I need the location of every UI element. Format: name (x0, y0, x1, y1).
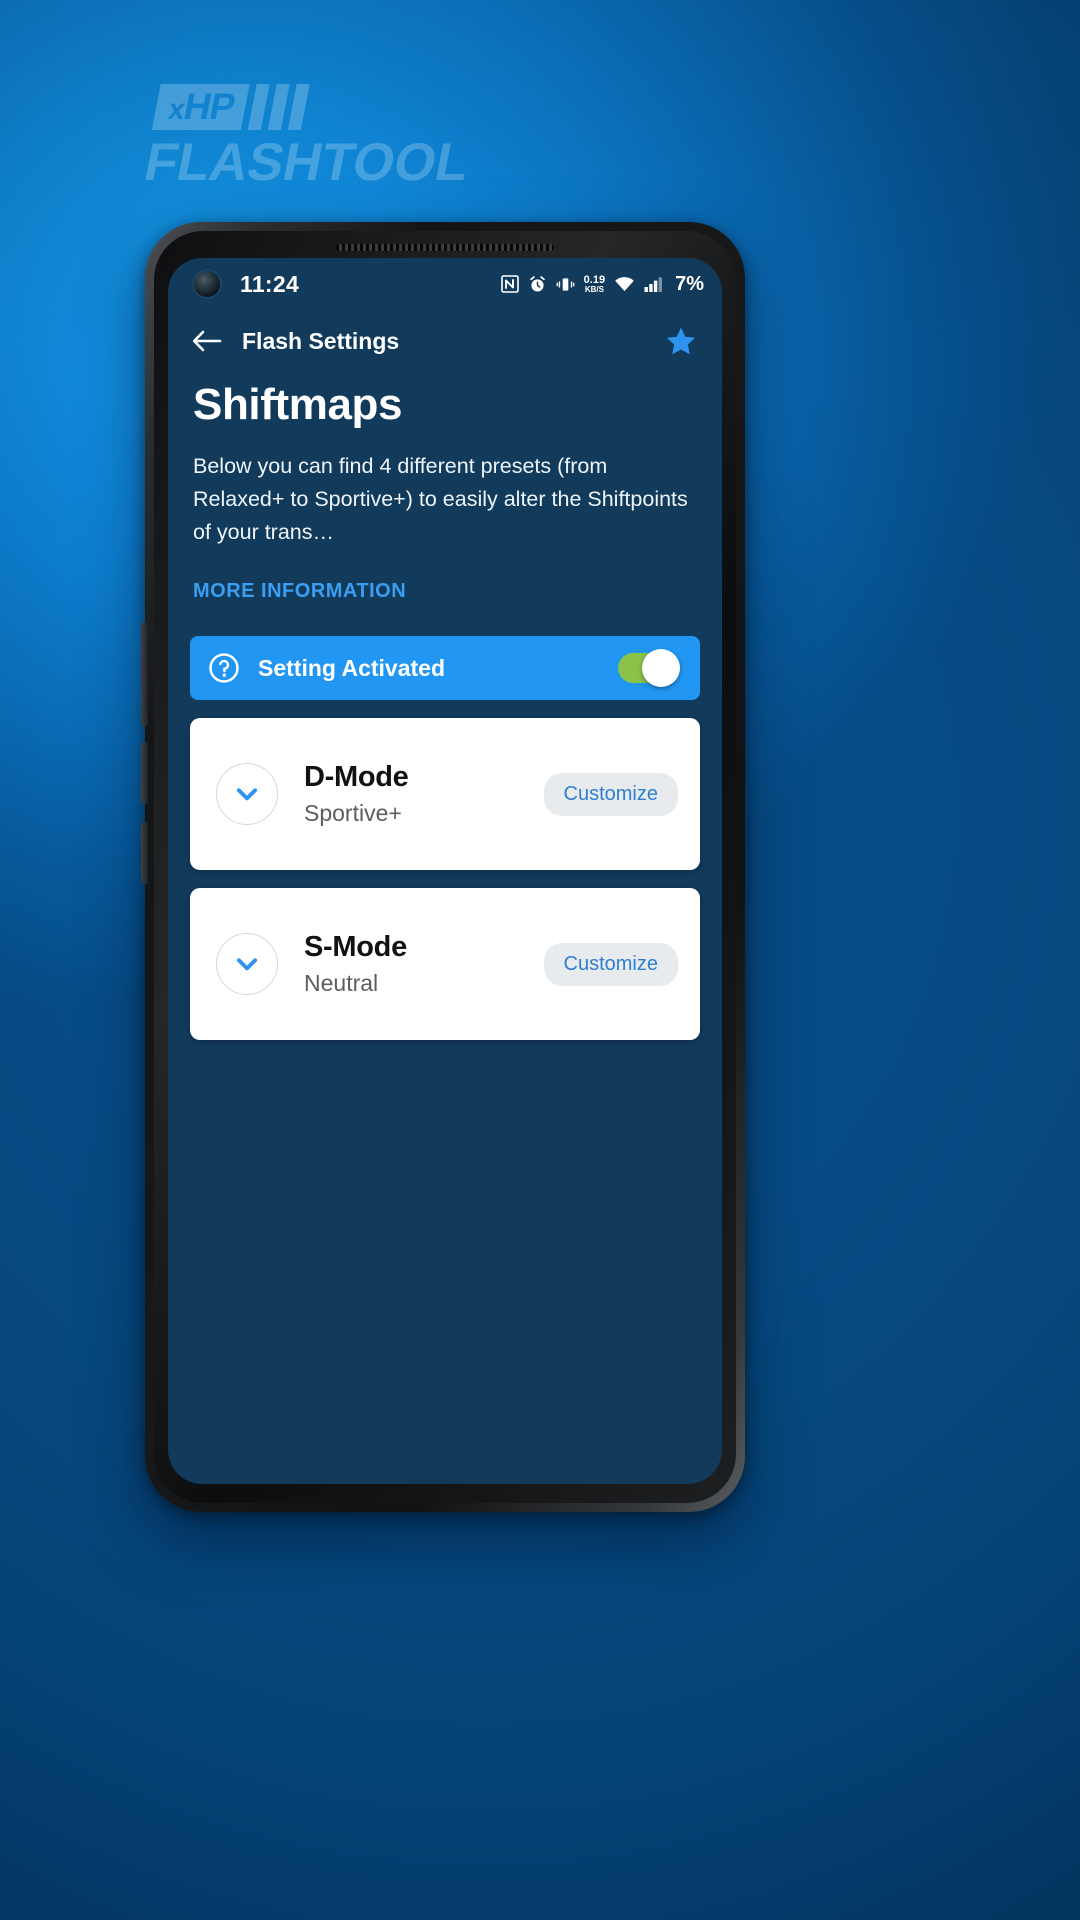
battery-percentage: 7% (675, 272, 704, 295)
expand-d-mode-button[interactable] (216, 763, 278, 825)
page-title: Shiftmaps (193, 380, 403, 429)
chevron-down-icon (236, 788, 258, 801)
network-speed-indicator: 0.19 KB/S (583, 273, 606, 294)
mode-card-s-subtitle: Neutral (304, 970, 379, 996)
star-icon[interactable] (664, 325, 698, 358)
logo-bars-icon (247, 84, 310, 130)
back-arrow-icon[interactable] (192, 328, 222, 354)
wifi-icon (615, 276, 634, 291)
network-speed-unit: KB/S (584, 284, 604, 294)
xhp-flashtool-logo: xHP FLASHTOOL (139, 84, 483, 194)
logo-wordmark: FLASHTOOL (139, 133, 475, 192)
mode-card-d[interactable]: D-Mode Sportive+ Customize (190, 718, 700, 870)
page-description: Below you can find 4 different presets (… (193, 454, 688, 544)
mode-card-s-text: S-Mode Neutral (304, 931, 407, 997)
power-button[interactable] (141, 822, 148, 884)
phone-screen: 11:24 0.19 KB/S 7% Flash Settings Shiftm… (168, 258, 722, 1484)
page-content: Shiftmaps Below you can find 4 different… (168, 380, 722, 1040)
earpiece-grille (336, 244, 554, 251)
setting-activated-banner[interactable]: Setting Activated (190, 636, 700, 700)
customize-s-mode-button[interactable]: Customize (543, 942, 678, 986)
front-camera-punch-hole (194, 271, 220, 297)
expand-s-mode-button[interactable] (216, 933, 278, 995)
logo-badge: xHP (151, 84, 250, 130)
vibrate-icon (556, 277, 575, 291)
logo-top-row: xHP (151, 84, 484, 130)
mode-card-d-text: D-Mode Sportive+ (304, 761, 409, 827)
chevron-down-icon (236, 958, 258, 971)
status-bar: 11:24 0.19 KB/S 7% (168, 258, 722, 310)
help-circle-icon[interactable] (208, 652, 240, 684)
phone-mockup: 11:24 0.19 KB/S 7% Flash Settings Shiftm… (141, 222, 745, 1512)
volume-up-button[interactable] (141, 622, 148, 726)
network-speed-value: 0.19 (583, 273, 606, 286)
logo-name: HP (180, 86, 238, 127)
mode-card-s[interactable]: S-Mode Neutral Customize (190, 888, 700, 1040)
setting-activated-toggle[interactable] (618, 649, 680, 687)
customize-d-mode-button[interactable]: Customize (543, 772, 678, 816)
status-clock: 11:24 (240, 270, 300, 297)
alarm-icon (529, 275, 545, 292)
volume-down-button[interactable] (141, 742, 148, 804)
nfc-icon (500, 275, 519, 293)
more-information-link[interactable]: MORE INFORMATION (193, 580, 406, 603)
setting-activated-label: Setting Activated (258, 654, 446, 681)
app-bar-title: Flash Settings (242, 327, 400, 354)
mode-card-d-subtitle: Sportive+ (304, 800, 402, 826)
mode-card-d-title: D-Mode (304, 761, 409, 793)
status-icons: 0.19 KB/S 7% (500, 272, 704, 296)
signal-icon (644, 276, 663, 292)
app-bar: Flash Settings (168, 310, 722, 372)
mode-card-s-title: S-Mode (304, 931, 407, 963)
